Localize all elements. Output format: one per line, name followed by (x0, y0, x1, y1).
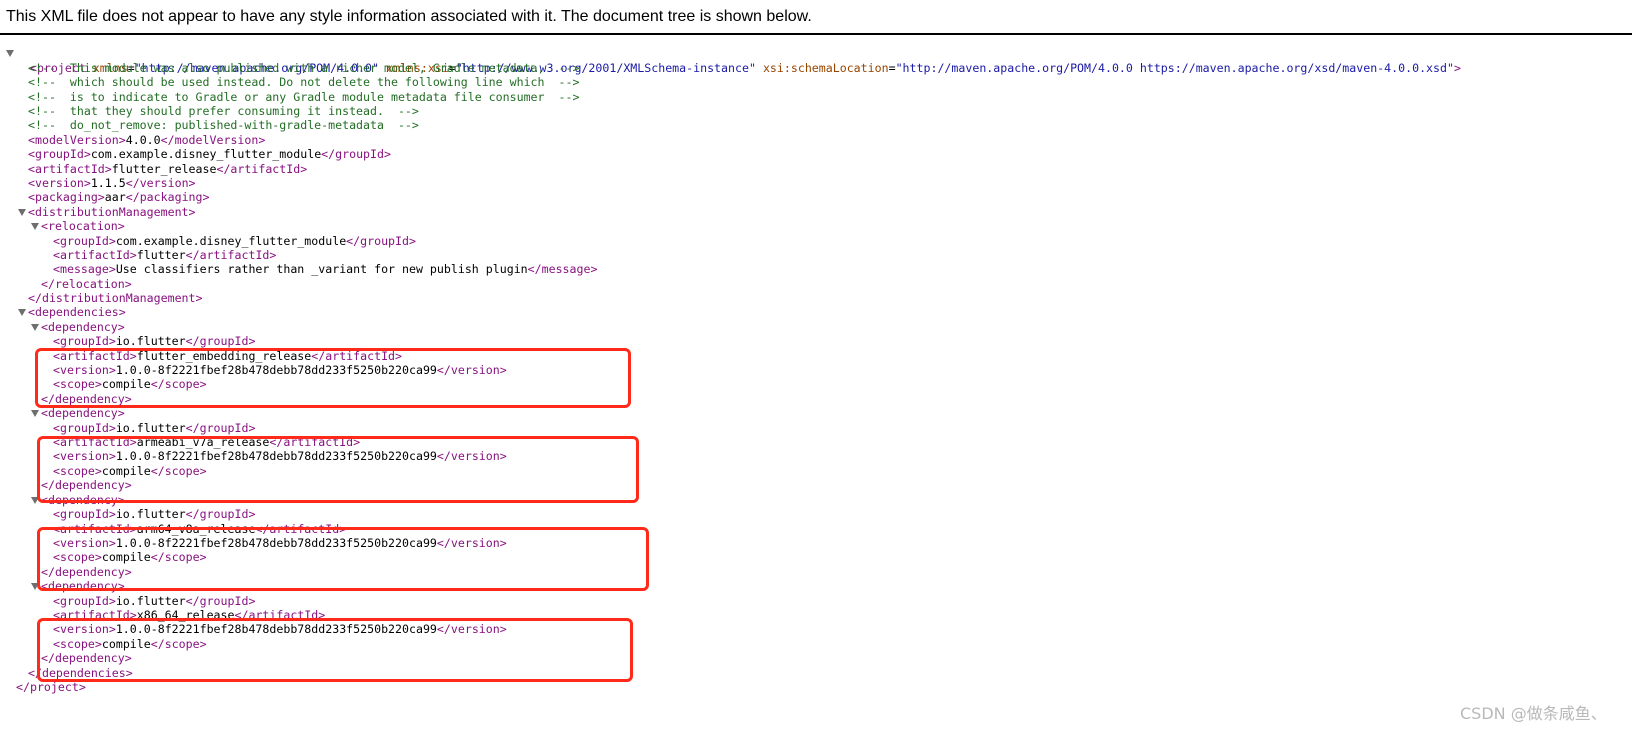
xml-element-groupid: <groupId>io.flutter</groupId> (53, 421, 255, 436)
xml-line-project-open: <project xmlns="http://maven.apache.org/… (29, 61, 1461, 75)
xml-open-tag: <artifactId> (53, 248, 137, 262)
xml-close-tag: </artifactId> (216, 162, 308, 176)
xml-text: 1.1.5 (90, 176, 126, 190)
collapse-dependencies-toggle-icon[interactable] (18, 309, 26, 316)
xml-open-tag: <groupId> (53, 594, 116, 608)
xml-element-groupid: <groupId>io.flutter</groupId> (53, 334, 255, 349)
xml-comment: <!-- which should be used instead. Do no… (28, 75, 580, 89)
xml-element-artifactid: <artifactId>flutter</artifactId> (53, 248, 276, 263)
xml-close-tag: </message> (527, 262, 598, 276)
xml-text: io.flutter (115, 421, 186, 435)
xml-element-packaging: <packaging>aar</packaging> (28, 190, 210, 205)
xml-open-tag: <artifactId> (28, 162, 112, 176)
xml-element-groupid: <groupId>io.flutter</groupId> (53, 507, 255, 522)
xml-text: io.flutter (115, 334, 186, 348)
xml-text: io.flutter (115, 507, 186, 521)
xml-text: flutter (136, 248, 186, 262)
xml-tag-relocation-open: <relocation> (41, 219, 125, 233)
xml-element-version: <version>1.1.5</version> (28, 176, 196, 191)
xml-tag-relocation-close: </relocation> (41, 277, 132, 291)
xml-text: aar (104, 190, 126, 204)
highlight-box-dependency-3 (37, 527, 649, 591)
xml-info-banner: This XML file does not appear to have an… (0, 0, 1632, 35)
xml-close-tag: </groupId> (321, 147, 391, 161)
xml-tag-distribution-close: </distributionManagement> (28, 291, 203, 305)
xml-attr-value: "http://maven.apache.org/POM/4.0.0 https… (895, 61, 1454, 75)
xml-close-tag: </groupId> (185, 421, 256, 435)
xml-comment: <!-- do_not_remove: published-with-gradl… (28, 118, 419, 132)
xml-text: Use classifiers rather than _variant for… (115, 262, 528, 276)
collapse-relocation-toggle-icon[interactable] (31, 223, 39, 230)
xml-element-groupid: <groupId>com.example.disney_flutter_modu… (28, 147, 391, 162)
xml-close-tag: </modelVersion> (160, 133, 266, 147)
xml-comment: <!-- is to indicate to Gradle or any Gra… (28, 90, 580, 104)
xml-close-tag: </artifactId> (185, 248, 277, 262)
highlight-box-dependency-4 (37, 618, 633, 682)
xml-comment: <!-- This module was also published with… (28, 61, 580, 75)
xml-text: 4.0.0 (125, 133, 161, 147)
xml-text: com.example.disney_flutter_module (90, 147, 322, 161)
xml-text: io.flutter (115, 594, 186, 608)
xml-tag-project-close: </project> (16, 680, 86, 694)
xml-open-tag: <packaging> (28, 190, 105, 204)
xml-tag-dependencies-open: <dependencies> (28, 305, 126, 319)
xml-text: flutter_release (111, 162, 217, 176)
xml-comment: <!-- that they should prefer consuming i… (28, 104, 419, 118)
xml-open-tag: <groupId> (53, 421, 116, 435)
xml-element-message: <message>Use classifiers rather than _va… (53, 262, 597, 277)
xml-close-tag: </groupId> (185, 334, 256, 348)
xml-info-message: This XML file does not appear to have an… (6, 8, 812, 25)
xml-close-tag: </groupId> (185, 594, 256, 608)
xml-text: com.example.disney_flutter_module (115, 234, 347, 248)
xml-close-tag: </groupId> (346, 234, 416, 248)
xml-tag-distribution-open: <distributionManagement> (28, 205, 196, 219)
xml-element-groupid: <groupId>io.flutter</groupId> (53, 594, 255, 609)
xml-element-artifactid: <artifactId>flutter_release</artifactId> (28, 162, 307, 177)
xml-close-tag: </packaging> (125, 190, 210, 204)
collapse-project-toggle-icon[interactable] (6, 50, 14, 57)
collapse-dependency-toggle-icon[interactable] (31, 324, 39, 331)
xml-open-tag: <groupId> (53, 507, 116, 521)
xml-open-tag: <groupId> (53, 234, 116, 248)
highlight-box-dependency-1 (35, 348, 631, 408)
highlight-box-dependency-2 (37, 436, 639, 503)
xml-element-groupid: <groupId>com.example.disney_flutter_modu… (53, 234, 416, 249)
collapse-dependency-toggle-icon[interactable] (31, 410, 39, 417)
xml-element-modelversion: <modelVersion>4.0.0</modelVersion> (28, 133, 265, 148)
xml-open-tag: <modelVersion> (28, 133, 126, 147)
xml-tag-close-bracket: > (1453, 61, 1461, 75)
csdn-watermark: CSDN @做条咸鱼、 (1460, 704, 1607, 723)
xml-tag-dependency-open: <dependency> (41, 320, 125, 334)
xml-open-tag: <version> (28, 176, 91, 190)
xml-open-tag: <groupId> (53, 334, 116, 348)
xml-open-tag: <message> (53, 262, 116, 276)
xml-open-tag: <groupId> (28, 147, 91, 161)
xml-close-tag: </version> (125, 176, 196, 190)
xml-attr-name: xsi:schemaLocation (762, 61, 889, 75)
collapse-distribution-toggle-icon[interactable] (18, 209, 26, 216)
xml-close-tag: </groupId> (185, 507, 256, 521)
xml-tag-dependency-open: <dependency> (41, 406, 125, 420)
